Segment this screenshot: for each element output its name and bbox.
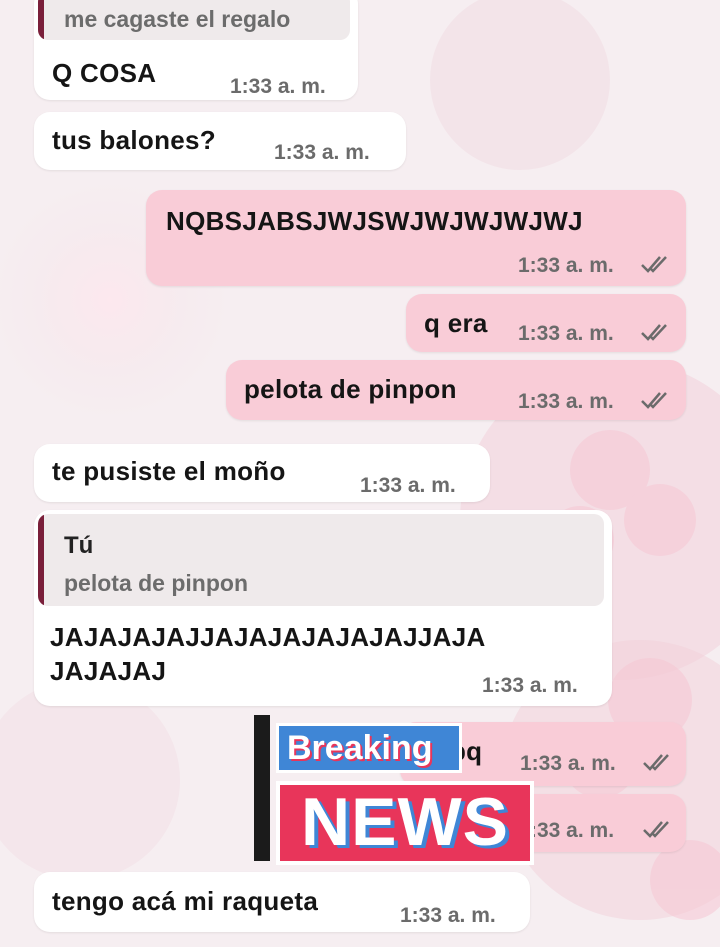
message-bubble-outgoing[interactable]: pelota de pinpon 1:33 a. m. (226, 360, 686, 420)
reply-quote[interactable]: me cagaste el regalo (38, 0, 350, 40)
message-text: JAJAJAJAJJAJAJAJAJAJAJJAJA (50, 622, 486, 652)
message-text: tengo acá mi raqueta (52, 886, 319, 916)
message-time: 1:33 a. m. (482, 674, 578, 697)
double-check-icon (643, 754, 669, 771)
message-text: tus balones? (52, 125, 216, 155)
message-time: 1:33 a. m. (360, 474, 456, 497)
message-bubble-incoming[interactable]: me cagaste el regalo Q COSA 1:33 a. m. (34, 0, 358, 100)
quote-author: Tú (64, 532, 94, 559)
message-time: 1:33 a. m. (518, 322, 614, 345)
message-bubble-incoming[interactable]: Tú pelota de pinpon JAJAJAJAJJAJAJAJAJAJ… (34, 510, 612, 706)
sticker-top-label: Breaking (276, 723, 462, 773)
message-bubble-incoming[interactable]: tengo acá mi raqueta 1:33 a. m. (34, 872, 530, 932)
message-bubble-outgoing[interactable]: NQBSJABSJWJSWJWJWJWJWJ 1:33 a. m. (146, 190, 686, 286)
message-bubble-outgoing[interactable]: q era 1:33 a. m. (406, 294, 686, 352)
double-check-icon (643, 821, 669, 838)
message-text: q era (424, 308, 488, 338)
message-text: JAJAJAJ (50, 656, 167, 686)
sticker-bottom-label: NEWS (276, 781, 534, 865)
message-time: 1:33 a. m. (518, 254, 614, 277)
quote-text: me cagaste el regalo (64, 6, 291, 32)
message-time: :33 a. m. (530, 819, 615, 842)
message-time: 1:33 a. m. (274, 141, 370, 164)
double-check-icon (641, 324, 667, 341)
breaking-news-sticker[interactable]: Breaking NEWS (254, 715, 536, 865)
quote-text: pelota de pinpon (64, 570, 248, 596)
message-text: pelota de pinpon (244, 374, 457, 404)
quote-bar (38, 514, 44, 606)
message-time: 1:33 a. m. (518, 390, 614, 413)
message-text: NQBSJABSJWJSWJWJWJWJWJ (166, 206, 583, 236)
double-check-icon (641, 392, 667, 409)
reply-quote[interactable]: Tú pelota de pinpon (38, 514, 604, 606)
double-check-icon (641, 256, 667, 273)
message-text: Q COSA (52, 58, 157, 88)
message-time: 1:33 a. m. (400, 904, 496, 927)
message-bubble-incoming[interactable]: te pusiste el moño 1:33 a. m. (34, 444, 490, 502)
message-bubble-incoming[interactable]: tus balones? 1:33 a. m. (34, 112, 406, 170)
quote-bar (38, 0, 44, 40)
sticker-post (254, 715, 270, 861)
message-time: 1:33 a. m. (230, 75, 326, 98)
message-text: te pusiste el moño (52, 456, 286, 486)
